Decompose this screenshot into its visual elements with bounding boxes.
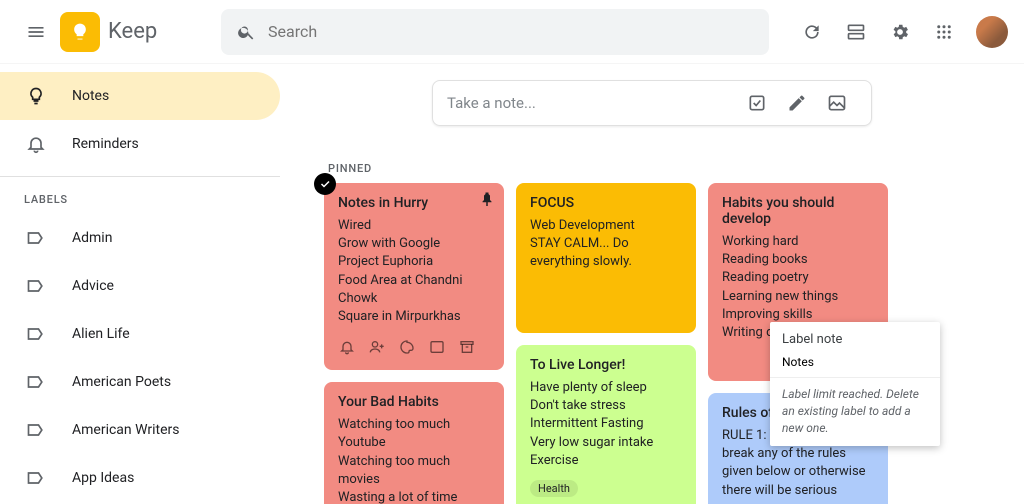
remind-icon[interactable] — [338, 338, 356, 356]
collaborator-icon[interactable] — [368, 338, 386, 356]
note-title: Habits you should develop — [722, 195, 874, 227]
new-drawing-icon[interactable] — [777, 83, 817, 123]
sidebar-label: Reminders — [72, 136, 139, 152]
take-note-bar[interactable]: Take a note... — [432, 80, 872, 126]
label-icon — [24, 370, 48, 394]
note-card[interactable]: To Live Longer! Have plenty of sleep Don… — [516, 345, 696, 504]
select-check-icon[interactable] — [314, 173, 336, 195]
search-icon — [237, 22, 256, 42]
refresh-icon[interactable] — [792, 12, 832, 52]
sidebar-item-label[interactable]: Admin — [0, 214, 280, 262]
sidebar-item-label[interactable]: App Ideas — [0, 454, 280, 502]
label-icon — [24, 322, 48, 346]
note-title: To Live Longer! — [530, 357, 682, 373]
take-note-placeholder: Take a note... — [447, 94, 737, 112]
note-card[interactable]: FOCUS Web Development STAY CALM... Do ev… — [516, 183, 696, 333]
label-chip[interactable]: Health — [530, 480, 578, 497]
label-icon — [24, 226, 48, 250]
sidebar-label: Advice — [72, 278, 114, 294]
search-bar[interactable] — [221, 9, 769, 55]
note-title: Notes in Hurry — [338, 195, 490, 211]
archive-icon[interactable] — [458, 338, 476, 356]
list-view-icon[interactable] — [836, 12, 876, 52]
main-content: Take a note... PINNED Notes in Hurry Wir… — [280, 64, 1024, 504]
bell-icon — [24, 132, 48, 156]
sidebar-label: American Poets — [72, 374, 171, 390]
app-name: Keep — [108, 19, 157, 44]
note-body: Have plenty of sleep Don't take stress I… — [530, 379, 682, 470]
label-search-input[interactable] — [782, 355, 938, 369]
labels-header: LABELS — [0, 177, 280, 214]
account-avatar[interactable] — [976, 16, 1008, 48]
sidebar: Notes Reminders LABELS Admin Advice Alie… — [0, 64, 280, 504]
new-list-icon[interactable] — [737, 83, 777, 123]
image-icon[interactable] — [428, 338, 446, 356]
main-menu-icon[interactable] — [16, 12, 56, 52]
note-title: Your Bad Habits — [338, 394, 490, 410]
sidebar-label: American Writers — [72, 422, 180, 438]
sidebar-label: App Ideas — [72, 470, 134, 486]
label-popup-title: Label note — [770, 322, 940, 351]
settings-icon[interactable] — [880, 12, 920, 52]
sidebar-item-label[interactable]: Advice — [0, 262, 280, 310]
note-toolbar — [338, 338, 490, 356]
header: Keep — [0, 0, 1024, 64]
sidebar-item-notes[interactable]: Notes — [0, 72, 280, 120]
pin-icon[interactable] — [478, 191, 496, 209]
apps-icon[interactable] — [924, 12, 964, 52]
note-body: Watching too much Youtube Watching too m… — [338, 416, 490, 504]
note-body: Web Development STAY CALM... Do everythi… — [530, 217, 682, 272]
label-icon — [24, 466, 48, 490]
label-note-popup: Label note Label limit reached. Delete a… — [770, 322, 940, 446]
search-input[interactable] — [268, 22, 753, 41]
sidebar-item-label[interactable]: American Writers — [0, 406, 280, 454]
sidebar-label: Alien Life — [72, 326, 130, 342]
note-title: FOCUS — [530, 195, 682, 211]
note-card[interactable]: Notes in Hurry Wired Grow with Google Pr… — [324, 183, 504, 370]
pinned-label: PINNED — [328, 162, 992, 175]
sidebar-label: Notes — [72, 88, 109, 104]
palette-icon[interactable] — [398, 338, 416, 356]
new-image-icon[interactable] — [817, 83, 857, 123]
header-actions — [792, 12, 1008, 52]
label-icon — [24, 418, 48, 442]
lightbulb-icon — [24, 84, 48, 108]
note-body: Wired Grow with Google Project Euphoria … — [338, 217, 490, 326]
keep-logo[interactable] — [60, 12, 100, 52]
sidebar-label: Admin — [72, 230, 112, 246]
label-icon — [24, 274, 48, 298]
label-limit-message: Label limit reached. Delete an existing … — [770, 377, 940, 446]
sidebar-item-label[interactable]: Alien Life — [0, 310, 280, 358]
note-card[interactable]: Your Bad Habits Watching too much Youtub… — [324, 382, 504, 504]
sidebar-item-reminders[interactable]: Reminders — [0, 120, 280, 168]
sidebar-item-label[interactable]: American Poets — [0, 358, 280, 406]
